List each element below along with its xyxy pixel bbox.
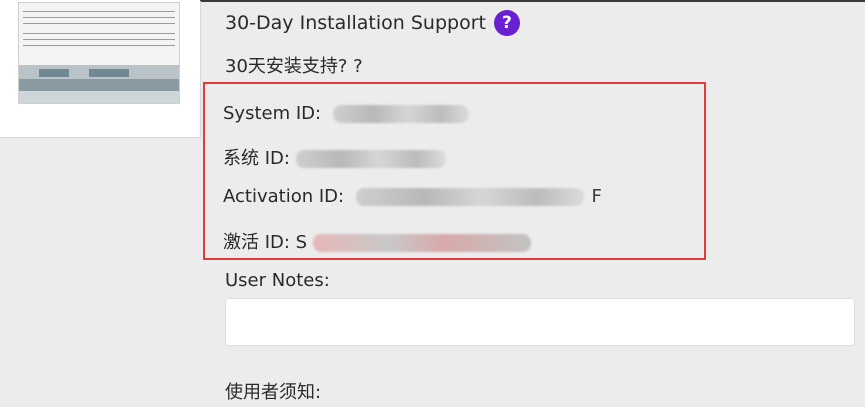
redacted-value xyxy=(295,150,446,168)
page-subtitle-cn: 30天安装支持? ? xyxy=(225,56,363,77)
system-id-row: System ID: xyxy=(223,103,469,124)
user-notes-label: User Notes: xyxy=(225,270,330,291)
system-id-cn-row: 系统 ID: xyxy=(223,144,446,170)
redacted-value xyxy=(312,234,531,252)
activation-id-cn-row: 激活 ID: S xyxy=(223,228,531,254)
system-id-label: System ID: xyxy=(223,103,322,124)
title-text: 30-Day Installation Support xyxy=(225,12,486,34)
activation-id-tail: F xyxy=(591,186,602,207)
system-id-cn-label: 系统 ID: xyxy=(223,148,290,169)
redacted-value xyxy=(332,105,469,123)
product-thumbnail-image xyxy=(18,2,180,104)
product-thumbnail-card xyxy=(0,0,200,137)
page-title: 30-Day Installation Support ? xyxy=(225,10,520,36)
activation-id-row: Activation ID: F xyxy=(223,186,602,207)
help-icon[interactable]: ? xyxy=(493,10,520,36)
activation-id-cn-label: 激活 ID: S xyxy=(223,232,308,253)
activation-id-label: Activation ID: xyxy=(223,186,345,207)
redacted-value xyxy=(355,188,584,206)
user-notes-cn-label: 使用者须知: xyxy=(225,382,322,403)
user-notes-input[interactable] xyxy=(225,298,855,346)
